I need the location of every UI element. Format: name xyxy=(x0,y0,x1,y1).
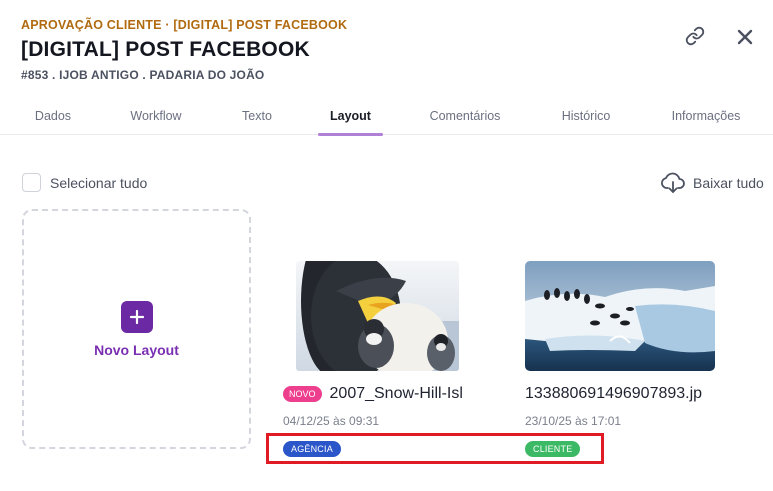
cloud-download-icon xyxy=(661,172,685,193)
new-badge: NOVO xyxy=(283,386,322,402)
select-all-label: Selecionar tudo xyxy=(50,174,148,191)
penguins-image[interactable] xyxy=(296,261,459,371)
file-name: 133880691496907893.jp xyxy=(525,385,703,402)
file-date: 23/10/25 às 17:01 xyxy=(525,414,622,428)
close-icon xyxy=(737,29,753,45)
new-layout-card[interactable]: Novo Layout xyxy=(22,209,251,449)
page-subtitle: #853 . IJOB ANTIGO . PADARIA DO JOÃO xyxy=(21,68,265,82)
tab-workflow[interactable]: Workflow xyxy=(118,96,194,135)
file-name-row: NOVO 2007_Snow-Hill-Isl xyxy=(283,385,463,403)
link-icon xyxy=(685,26,705,46)
file-name-row: 133880691496907893.jp xyxy=(525,385,702,403)
select-all-checkbox[interactable] xyxy=(22,173,41,192)
page-title: [DIGITAL] POST FACEBOOK xyxy=(21,38,310,61)
highlight-box xyxy=(266,433,604,464)
new-layout-label: Novo Layout xyxy=(94,341,179,358)
tab-bar: Dados Workflow Texto Layout Comentários … xyxy=(0,96,773,136)
download-all-button[interactable]: Baixar tudo xyxy=(660,172,764,194)
close-button[interactable] xyxy=(733,25,757,49)
download-all-label: Baixar tudo xyxy=(693,175,764,191)
select-all[interactable]: Selecionar tudo xyxy=(22,173,147,192)
file-date: 04/12/25 às 09:31 xyxy=(283,414,380,428)
copy-link-button[interactable] xyxy=(683,24,707,48)
tab-layout[interactable]: Layout xyxy=(318,96,383,136)
plus-icon xyxy=(120,300,153,333)
tab-texto[interactable]: Texto xyxy=(232,96,282,135)
tab-historico[interactable]: Histórico xyxy=(549,96,623,135)
tab-informacoes[interactable]: Informações xyxy=(660,96,752,135)
file-name: 2007_Snow-Hill-Isl xyxy=(329,385,463,402)
tab-comentarios[interactable]: Comentários xyxy=(420,96,510,135)
iceberg-penguins-image[interactable] xyxy=(525,261,715,371)
tab-dados[interactable]: Dados xyxy=(22,96,84,135)
breadcrumb: APROVAÇÃO CLIENTE · [DIGITAL] POST FACEB… xyxy=(21,18,348,32)
